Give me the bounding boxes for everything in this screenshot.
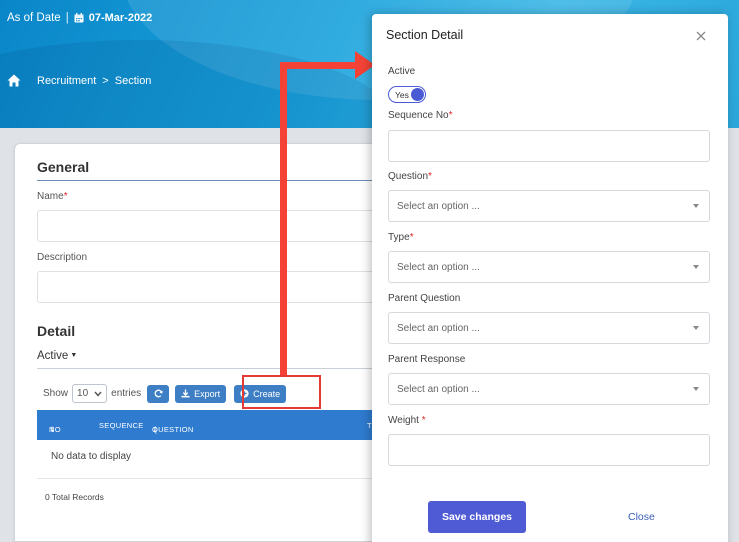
export-button[interactable]: Export <box>175 384 227 403</box>
general-divider <box>37 180 397 181</box>
refresh-icon <box>154 389 163 398</box>
page-size-select[interactable]: 10 <box>72 384 108 403</box>
chevron-down-icon <box>693 326 699 330</box>
active-filter-dropdown[interactable]: Active ▼ <box>37 350 77 362</box>
table-row-divider <box>37 478 415 479</box>
as-of-separator: | <box>65 12 69 24</box>
sequence-no-input[interactable] <box>388 130 710 162</box>
total-records: 0 Total Records <box>45 492 104 502</box>
description-label: Description <box>37 252 88 263</box>
sequence-no-label: Sequence No* <box>388 110 453 121</box>
as-of-date: As of Date | 07-Mar-2022 <box>7 12 152 24</box>
export-icon <box>181 389 190 398</box>
breadcrumb: Recruitment > Section <box>7 74 151 87</box>
column-header-sequence[interactable]: SEQUENCE <box>99 421 144 430</box>
refresh-button[interactable] <box>147 384 170 403</box>
close-button[interactable]: Close <box>628 511 655 523</box>
section-detail-modal: Section Detail Active Yes Sequence No* Q… <box>372 14 728 542</box>
chevron-down-icon <box>94 391 102 397</box>
name-input[interactable] <box>37 210 397 242</box>
question-select[interactable]: Select an option ... <box>388 190 710 222</box>
weight-label: Weight * <box>388 415 426 426</box>
calendar-icon <box>74 13 84 23</box>
create-button-highlight <box>242 375 321 409</box>
sort-icon: ⇕ <box>49 425 56 434</box>
toggle-knob <box>411 88 424 101</box>
weight-input[interactable] <box>388 434 710 466</box>
active-toggle-value: Yes <box>395 90 409 100</box>
breadcrumb-separator: > <box>102 74 109 87</box>
breadcrumb-item-section: Section <box>114 74 152 87</box>
name-label: Name* <box>37 191 68 202</box>
empty-table-message: No data to display <box>51 451 132 462</box>
parent-question-label: Parent Question <box>388 293 461 304</box>
type-label: Type* <box>388 232 414 243</box>
annotation-arrow-shaft-horizontal <box>280 62 358 69</box>
modal-title: Section Detail <box>386 28 464 42</box>
active-label: Active <box>388 66 416 77</box>
entries-label: entries <box>111 388 142 399</box>
type-select[interactable]: Select an option ... <box>388 251 710 283</box>
detail-section-title: Detail <box>37 323 76 339</box>
general-section-title: General <box>37 159 90 175</box>
home-icon[interactable] <box>7 74 21 87</box>
chevron-down-icon <box>693 387 699 391</box>
parent-question-select[interactable]: Select an option ... <box>388 312 710 344</box>
close-icon[interactable] <box>695 30 709 44</box>
parent-response-select[interactable]: Select an option ... <box>388 373 710 405</box>
chevron-down-icon <box>693 204 699 208</box>
as-of-date-value[interactable]: 07-Mar-2022 <box>89 12 153 24</box>
parent-response-label: Parent Response <box>388 354 466 365</box>
chevron-down-icon <box>693 265 699 269</box>
detail-divider <box>37 368 397 369</box>
question-label: Question* <box>388 171 432 182</box>
sort-icon: ⇕ <box>152 425 159 434</box>
as-of-label: As of Date <box>7 12 61 24</box>
description-input[interactable] <box>37 271 397 303</box>
active-toggle[interactable]: Yes <box>388 86 426 103</box>
show-label: Show <box>43 388 69 399</box>
table-header: NO ⇕ SEQUENCE QUESTION ⇕ T <box>37 410 415 440</box>
annotation-arrow-shaft-vertical <box>280 62 287 375</box>
save-changes-button[interactable]: Save changes <box>428 501 526 533</box>
section-form-card: General Name* Description Detail Active ▼… <box>14 143 415 542</box>
breadcrumb-item-recruitment[interactable]: Recruitment <box>37 75 96 87</box>
